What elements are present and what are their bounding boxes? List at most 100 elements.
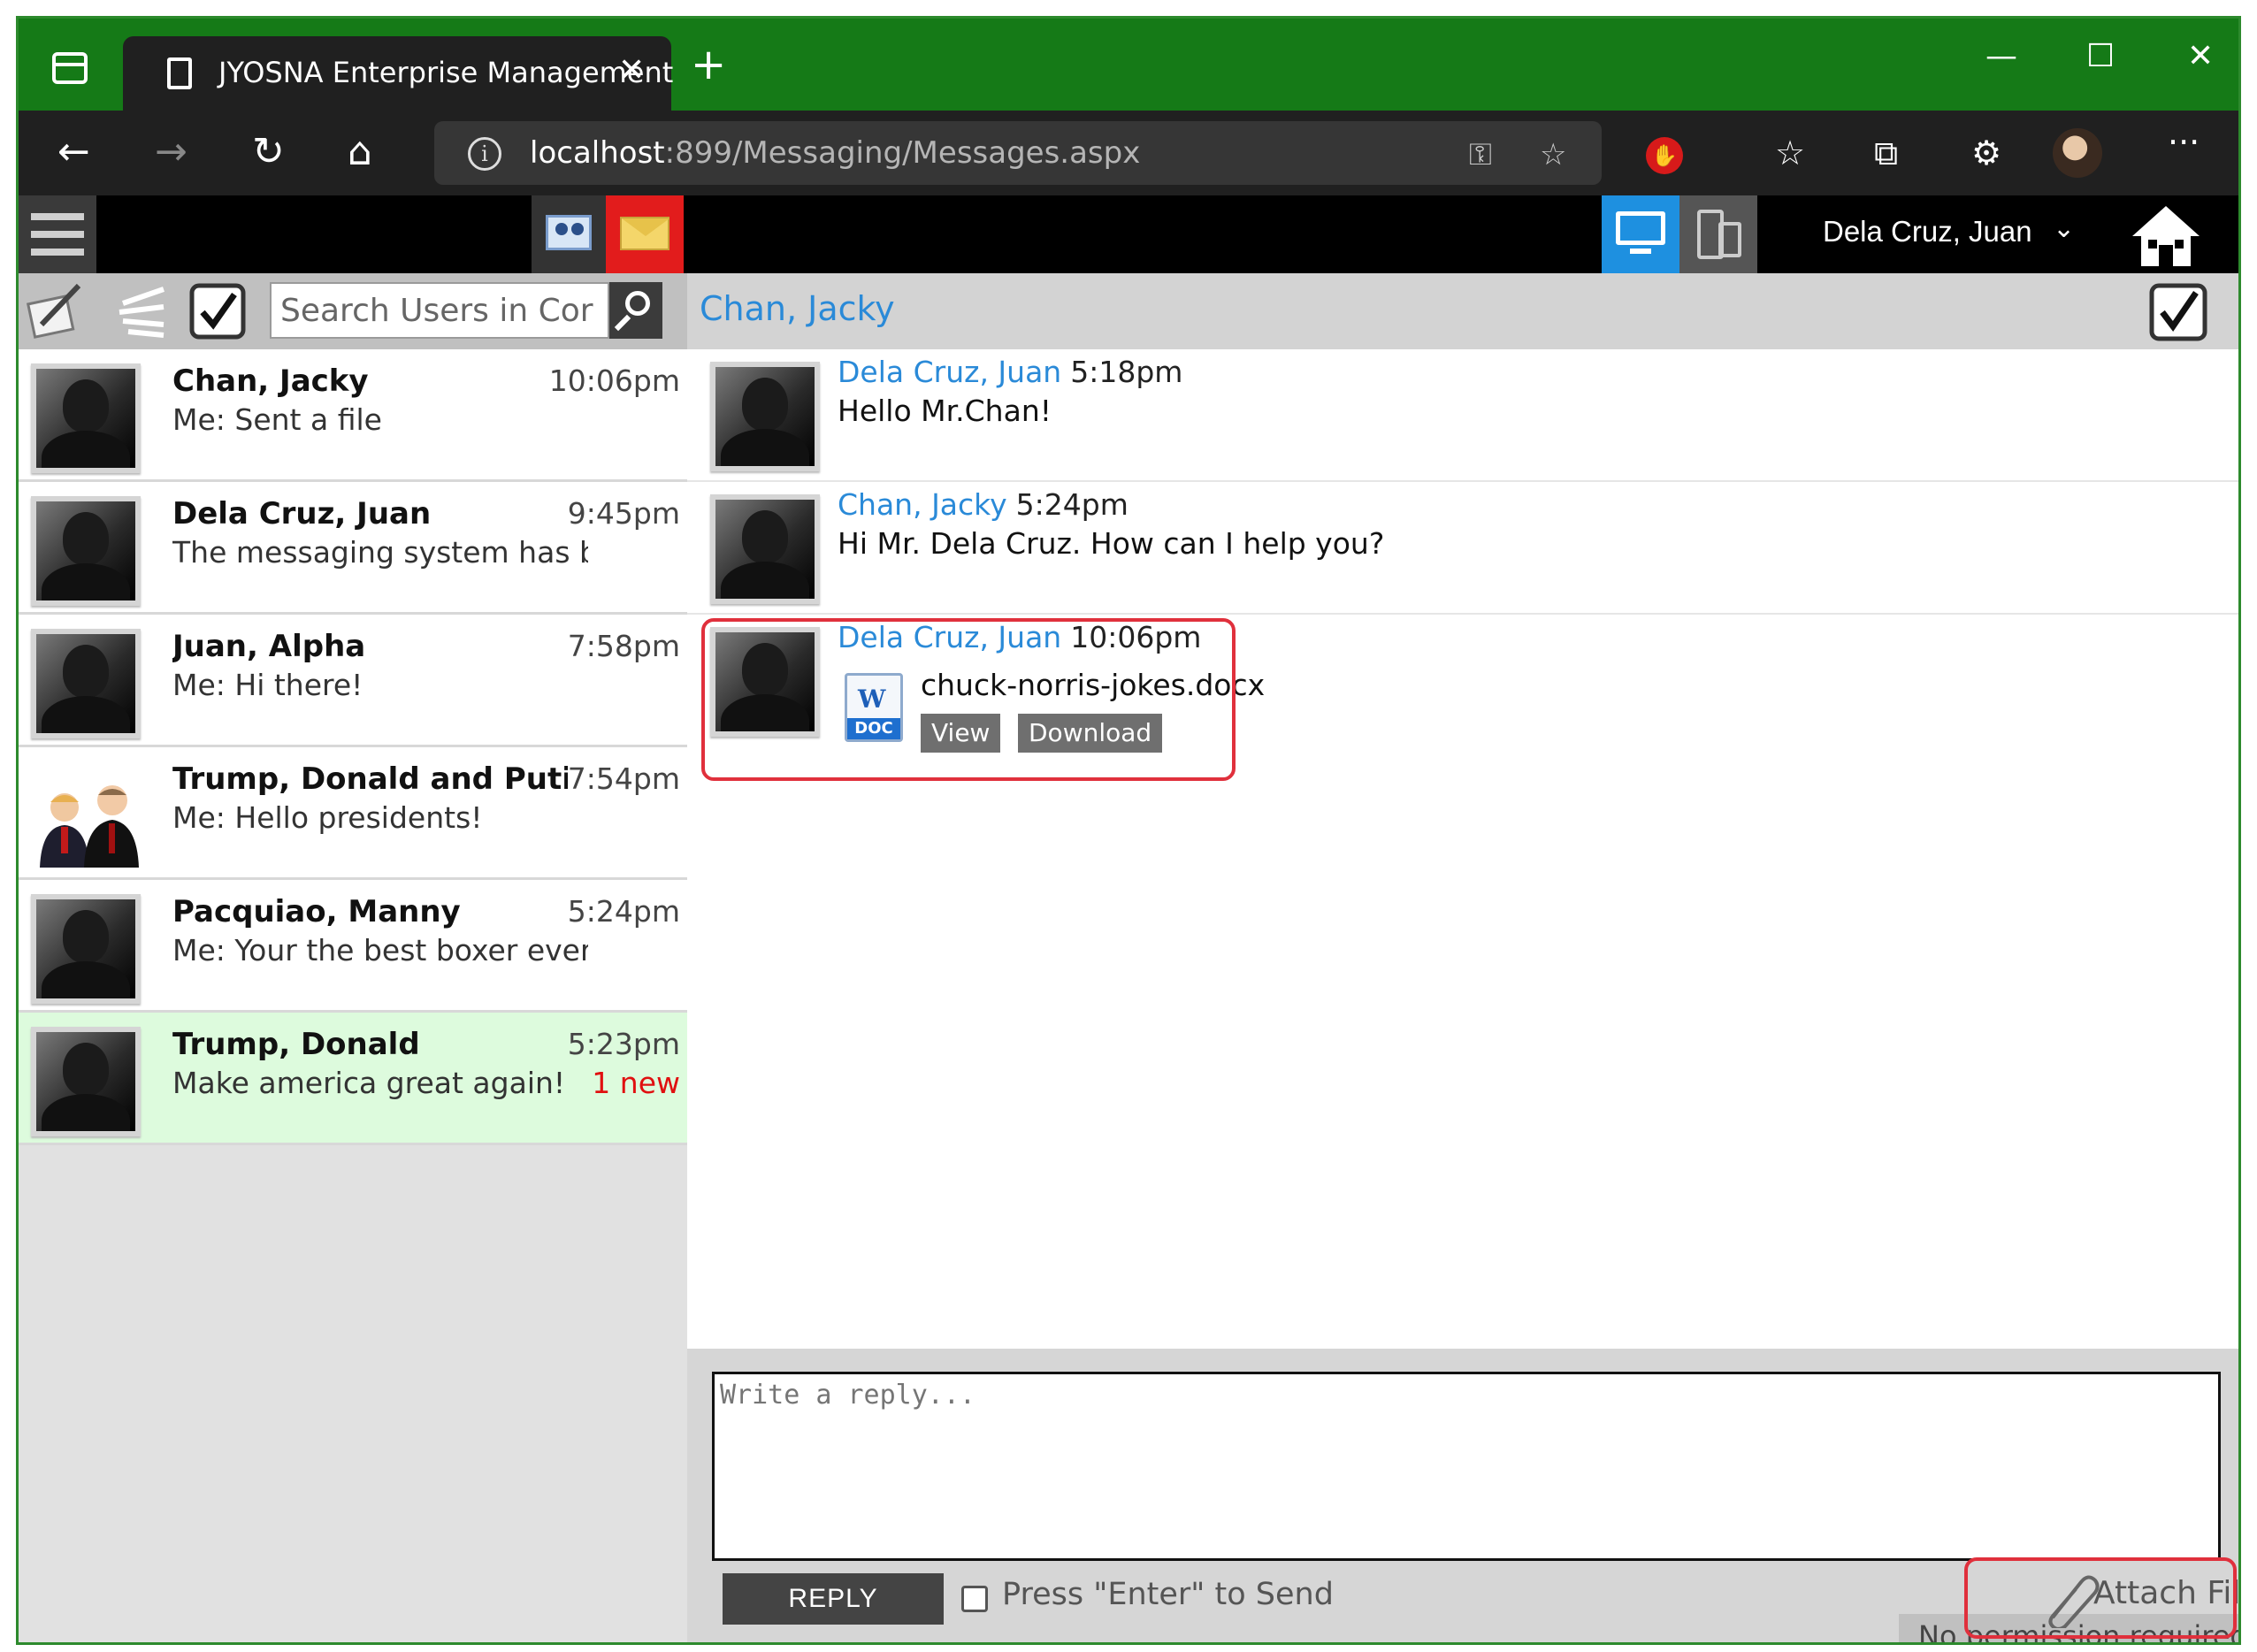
sender-name[interactable]: Chan, Jacky — [838, 487, 1007, 522]
browser-toolbar: ← → ↻ ⌂ i localhost:899/Messaging/Messag… — [19, 111, 2238, 195]
hamburger-menu-icon[interactable] — [19, 195, 96, 273]
collapse-list-icon[interactable] — [111, 280, 172, 342]
conversation-preview: The messaging system has been u — [172, 535, 588, 570]
browser-title-bar: JYOSNA Enterprise Management ✕ + — ☐ ✕ — [19, 19, 2238, 111]
app-header: Dela Cruz, Juan ⌄ — [19, 195, 2238, 273]
tab-actions-icon[interactable] — [52, 52, 88, 84]
key-icon[interactable]: ⚿ — [1469, 137, 1492, 172]
user-menu[interactable]: Dela Cruz, Juan — [1823, 215, 2032, 249]
conversation-time: 5:23pm — [567, 1027, 680, 1061]
favorites-icon[interactable]: ☆ — [1775, 134, 1805, 172]
sidebar-toolbar — [19, 273, 687, 349]
message-time: 5:18pm — [1070, 355, 1183, 389]
avatar — [31, 894, 141, 1004]
avatar — [31, 496, 141, 606]
monitor-icon — [1616, 211, 1665, 245]
sender-name[interactable]: Dela Cruz, Juan — [838, 355, 1061, 389]
add-favorite-icon[interactable]: ☆ — [1540, 137, 1566, 172]
avatar — [31, 363, 141, 473]
maximize-button[interactable]: ☐ — [2086, 38, 2115, 74]
back-button[interactable]: ← — [57, 130, 90, 174]
reply-composer: REPLY Press "Enter" to Send No permissio… — [687, 1349, 2238, 1642]
message: Chan, Jacky 5:24pm Hi Mr. Dela Cruz. How … — [687, 482, 2238, 615]
forward-button[interactable]: → — [155, 130, 187, 174]
conversation-time: 5:24pm — [567, 894, 680, 929]
chat-panel: Chan, Jacky Dela Cruz, Juan 5:18pm Hello … — [687, 273, 2238, 1642]
mark-all-read-icon[interactable] — [187, 280, 249, 342]
message-header: Dela Cruz, Juan 5:18pm — [838, 355, 1182, 389]
conversation-name: Trump, Donald — [172, 1027, 420, 1062]
enter-to-send-label: Press "Enter" to Send — [1002, 1577, 1334, 1612]
chevron-down-icon[interactable]: ⌄ — [2053, 213, 2075, 244]
reply-box — [712, 1372, 2221, 1561]
page-icon — [167, 57, 192, 89]
conversation-time: 7:58pm — [567, 629, 680, 663]
address-bar[interactable]: i localhost:899/Messaging/Messages.aspx … — [434, 121, 1602, 185]
conversation-sidebar: Chan, Jacky 10:06pm Me: Sent a file Dela… — [19, 273, 687, 1642]
home-button[interactable]: ⌂ — [348, 130, 372, 174]
search-input[interactable] — [272, 284, 608, 337]
conversation-item[interactable]: Trump, Donald 5:23pm Make america great … — [19, 1013, 687, 1145]
refresh-button[interactable]: ↻ — [252, 130, 285, 174]
message-text: Hello Mr.Chan! — [838, 394, 1052, 428]
conversation-name: Chan, Jacky — [172, 363, 369, 399]
reply-textarea[interactable] — [715, 1374, 2218, 1558]
avatar — [710, 362, 820, 471]
avatar — [710, 494, 820, 604]
url-text[interactable]: localhost:899/Messaging/Messages.aspx — [530, 135, 1140, 171]
conversation-item[interactable]: Chan, Jacky 10:06pm Me: Sent a file — [19, 349, 687, 482]
group-avatar — [31, 761, 141, 871]
mail-icon — [620, 217, 669, 250]
tab-close-icon[interactable]: ✕ — [618, 52, 645, 88]
message-header: Chan, Jacky 5:24pm — [838, 487, 1128, 522]
contacts-icon — [546, 215, 592, 250]
avatar — [31, 1027, 141, 1136]
reply-button[interactable]: REPLY — [723, 1573, 944, 1625]
minimize-button[interactable]: — — [1985, 38, 2017, 74]
conversation-name: Juan, Alpha — [172, 629, 366, 664]
more-options-icon[interactable]: ··· — [2168, 123, 2200, 162]
mark-read-icon[interactable] — [2148, 282, 2208, 342]
annotation-highlight — [701, 618, 1236, 781]
home-icon[interactable] — [2129, 203, 2203, 270]
conversation-item[interactable]: Juan, Alpha 7:58pm Me: Hi there! — [19, 615, 687, 747]
site-info-icon[interactable]: i — [468, 137, 501, 171]
mobile-view-button[interactable] — [1679, 195, 1757, 273]
search-icon — [625, 291, 650, 316]
profile-avatar[interactable] — [2053, 128, 2102, 178]
message-text: Hi Mr. Dela Cruz. How can I help you? — [838, 526, 1385, 561]
person-icon — [84, 785, 139, 868]
compose-icon[interactable] — [24, 280, 86, 342]
chat-header: Chan, Jacky — [687, 273, 2238, 349]
conversation-item[interactable]: Pacquiao, Manny 5:24pm Me: Your the best… — [19, 880, 687, 1013]
avatar — [31, 629, 141, 738]
conversation-preview: Me: Hi there! — [172, 668, 363, 702]
conversation-name: Dela Cruz, Juan — [172, 496, 432, 532]
tab-title: JYOSNA Enterprise Management — [218, 56, 674, 89]
conversation-item[interactable]: Dela Cruz, Juan 9:45pm The messaging sys… — [19, 482, 687, 615]
conversation-time: 10:06pm — [548, 363, 680, 398]
conversation-preview: Me: Hello presidents! — [172, 800, 483, 835]
browser-tab[interactable]: JYOSNA Enterprise Management ✕ — [123, 36, 674, 111]
collections-icon[interactable]: ⧉ — [1874, 134, 1898, 173]
message-time: 5:24pm — [1015, 487, 1128, 522]
conversation-preview: Me: Your the best boxer ever! — [172, 933, 588, 967]
chat-title[interactable]: Chan, Jacky — [700, 289, 895, 328]
desktop-view-button[interactable] — [1602, 195, 1679, 273]
user-search-field[interactable] — [270, 282, 609, 339]
close-window-button[interactable]: ✕ — [2187, 38, 2214, 74]
conversation-time: 9:45pm — [567, 496, 680, 531]
search-button[interactable] — [609, 282, 662, 339]
conversation-name: Pacquiao, Manny — [172, 894, 461, 929]
conversation-time: 7:54pm — [567, 761, 680, 796]
conversation-preview: Me: Sent a file — [172, 402, 382, 437]
new-tab-button[interactable]: + — [691, 43, 726, 86]
extension-stop-icon[interactable]: ✋ — [1646, 137, 1683, 174]
conversation-preview: Make america great again! — [172, 1066, 566, 1100]
messages-button[interactable] — [606, 195, 684, 273]
extensions-icon[interactable]: ⚙ — [1971, 134, 2001, 172]
contacts-button[interactable] — [532, 195, 606, 273]
enter-to-send-checkbox[interactable] — [961, 1586, 988, 1612]
new-message-badge: 1 new — [592, 1066, 680, 1100]
conversation-item[interactable]: Trump, Donald and Putin, Vladi 7:54pm Me… — [19, 747, 687, 880]
